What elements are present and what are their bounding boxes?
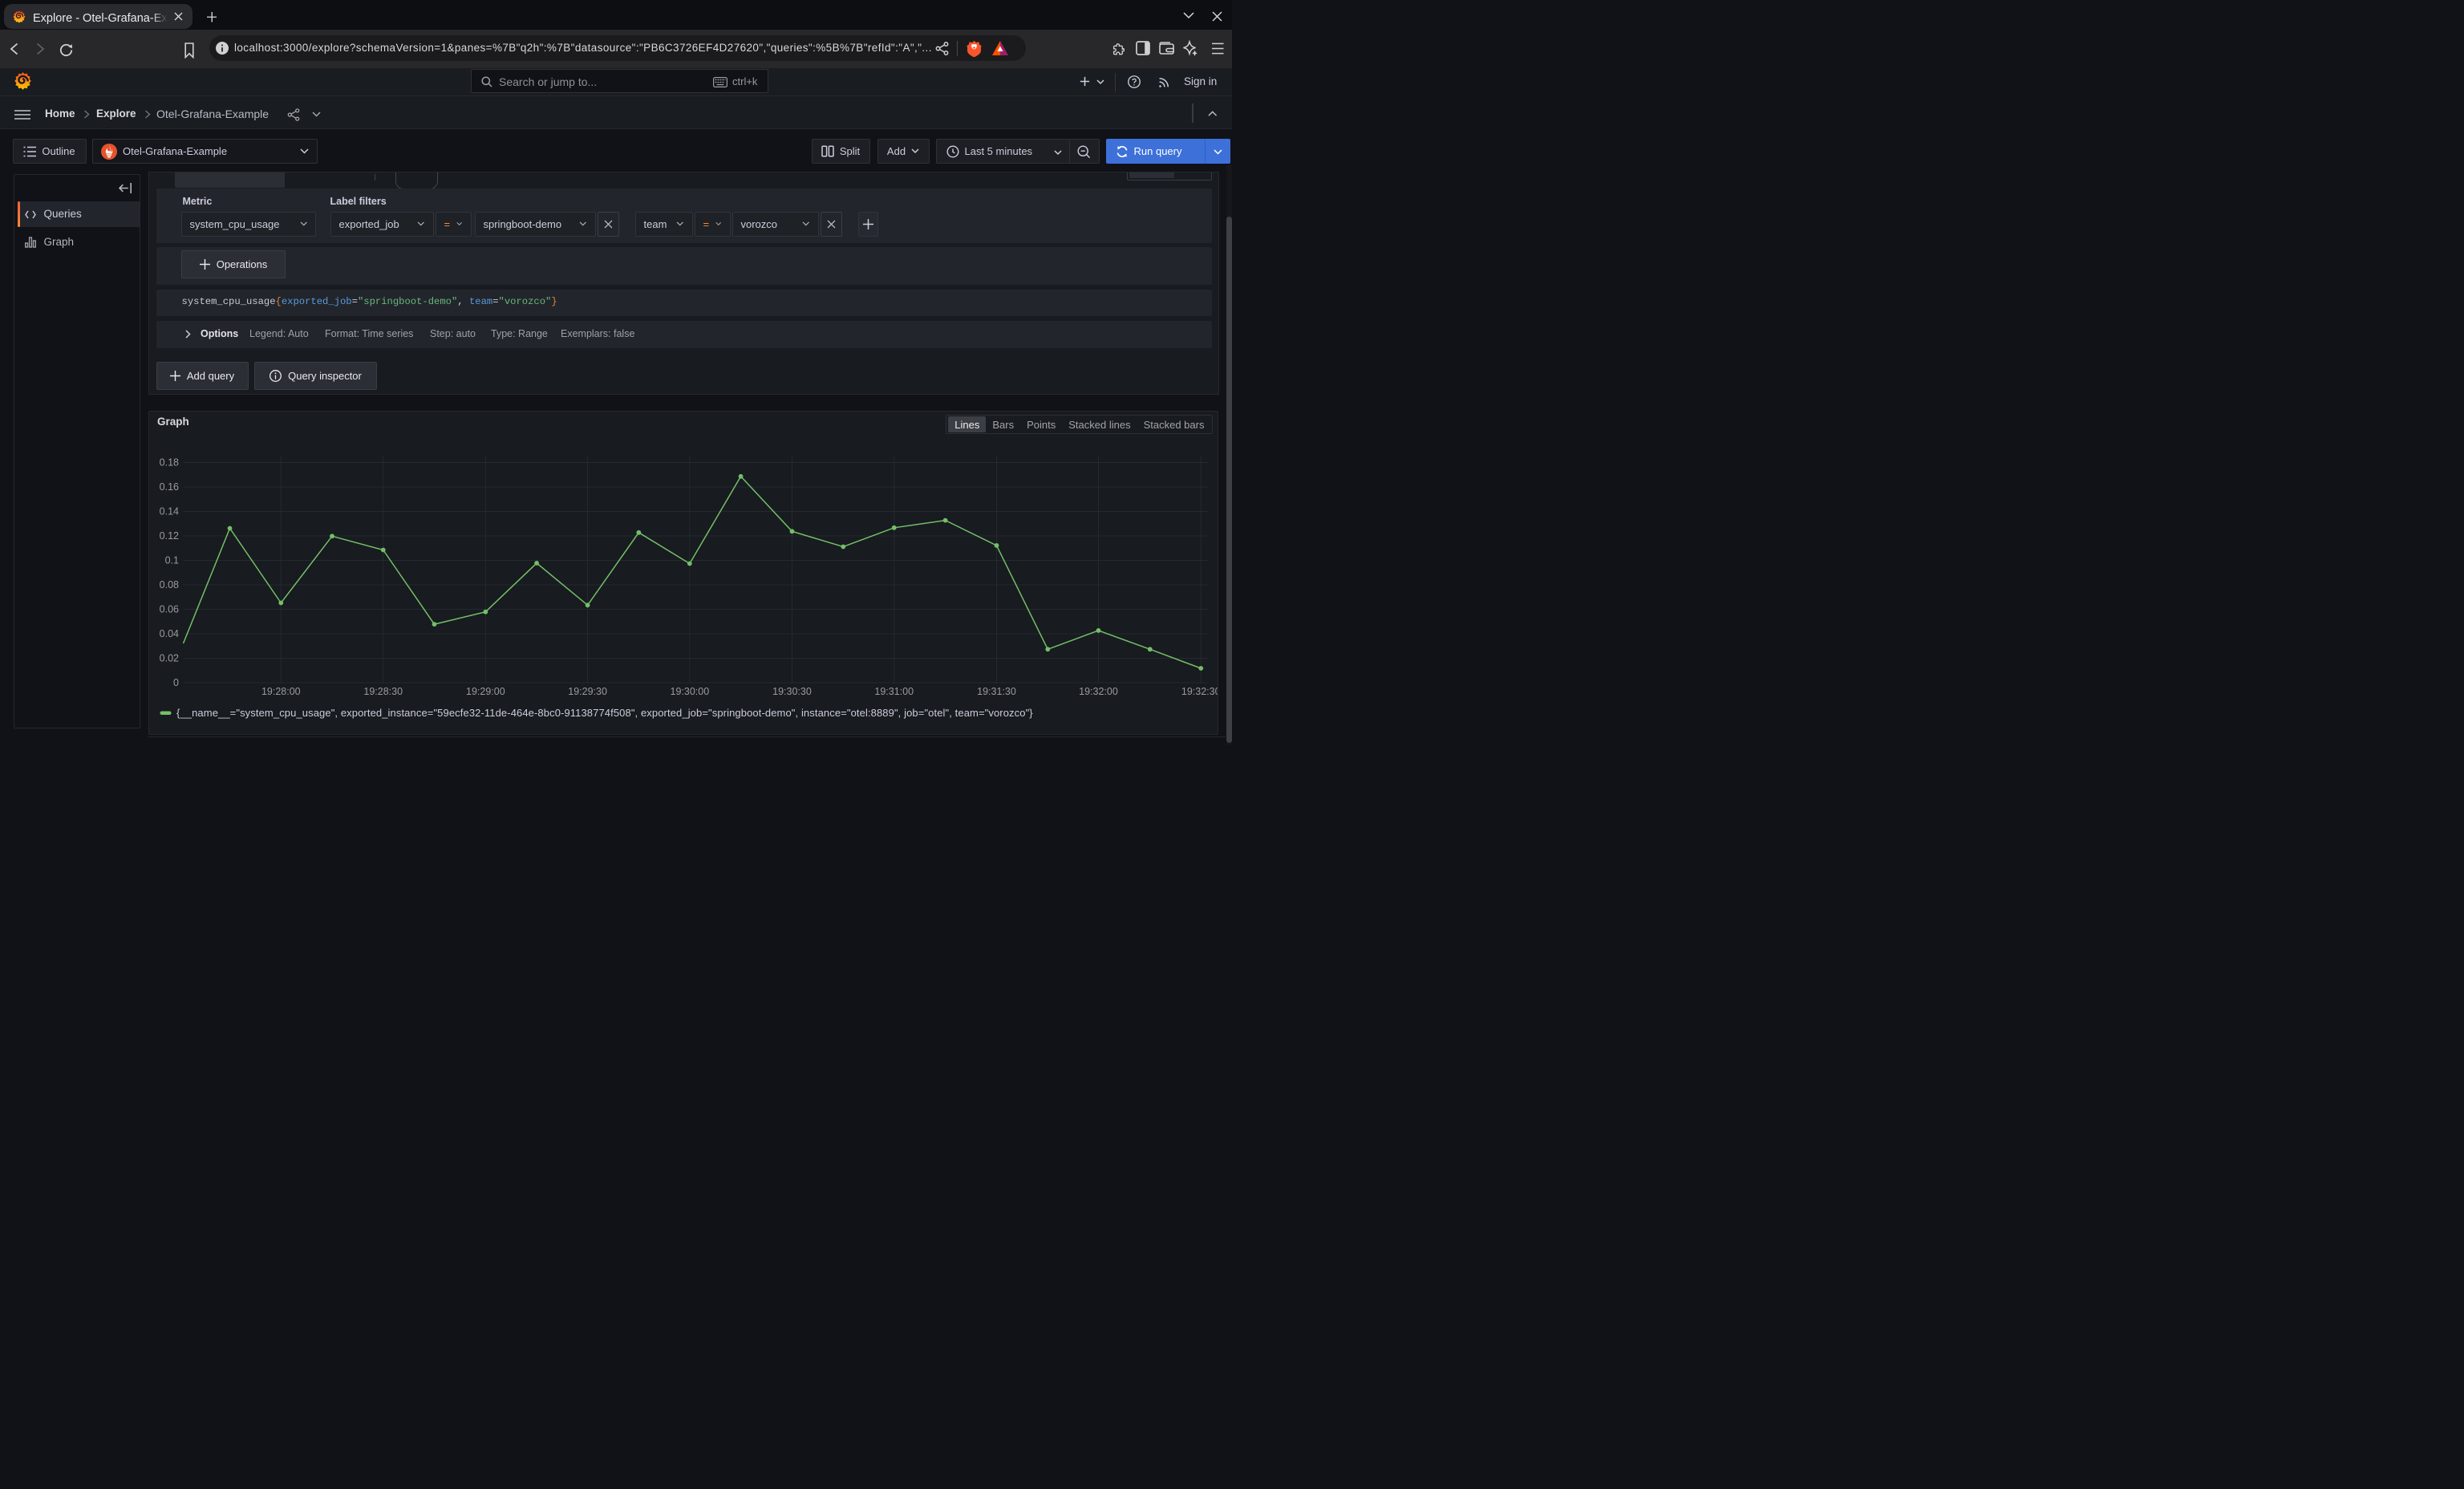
svg-text:19:28:30: 19:28:30 (363, 686, 403, 697)
svg-text:0.12: 0.12 (159, 530, 178, 542)
svg-text:{__name__="system_cpu_usage",: {__name__="system_cpu_usage", exported_i… (176, 707, 1033, 719)
svg-text:19:31:30: 19:31:30 (977, 686, 1016, 697)
svg-text:19:32:30: 19:32:30 (1181, 686, 1218, 697)
svg-text:19:28:00: 19:28:00 (261, 686, 300, 697)
svg-text:0.06: 0.06 (159, 603, 178, 615)
svg-text:0.08: 0.08 (159, 579, 178, 590)
svg-text:19:30:00: 19:30:00 (670, 686, 709, 697)
svg-text:0.02: 0.02 (159, 652, 178, 663)
svg-text:19:30:30: 19:30:30 (772, 686, 812, 697)
svg-text:0: 0 (173, 677, 179, 688)
svg-text:19:31:00: 19:31:00 (874, 686, 914, 697)
svg-text:19:29:30: 19:29:30 (568, 686, 607, 697)
svg-text:0.16: 0.16 (159, 481, 178, 493)
svg-text:0.1: 0.1 (164, 554, 178, 566)
svg-text:0.04: 0.04 (159, 628, 178, 639)
svg-text:19:29:00: 19:29:00 (466, 686, 505, 697)
svg-text:0.18: 0.18 (159, 456, 178, 468)
svg-text:19:32:00: 19:32:00 (1079, 686, 1118, 697)
svg-text:0.14: 0.14 (159, 505, 178, 517)
